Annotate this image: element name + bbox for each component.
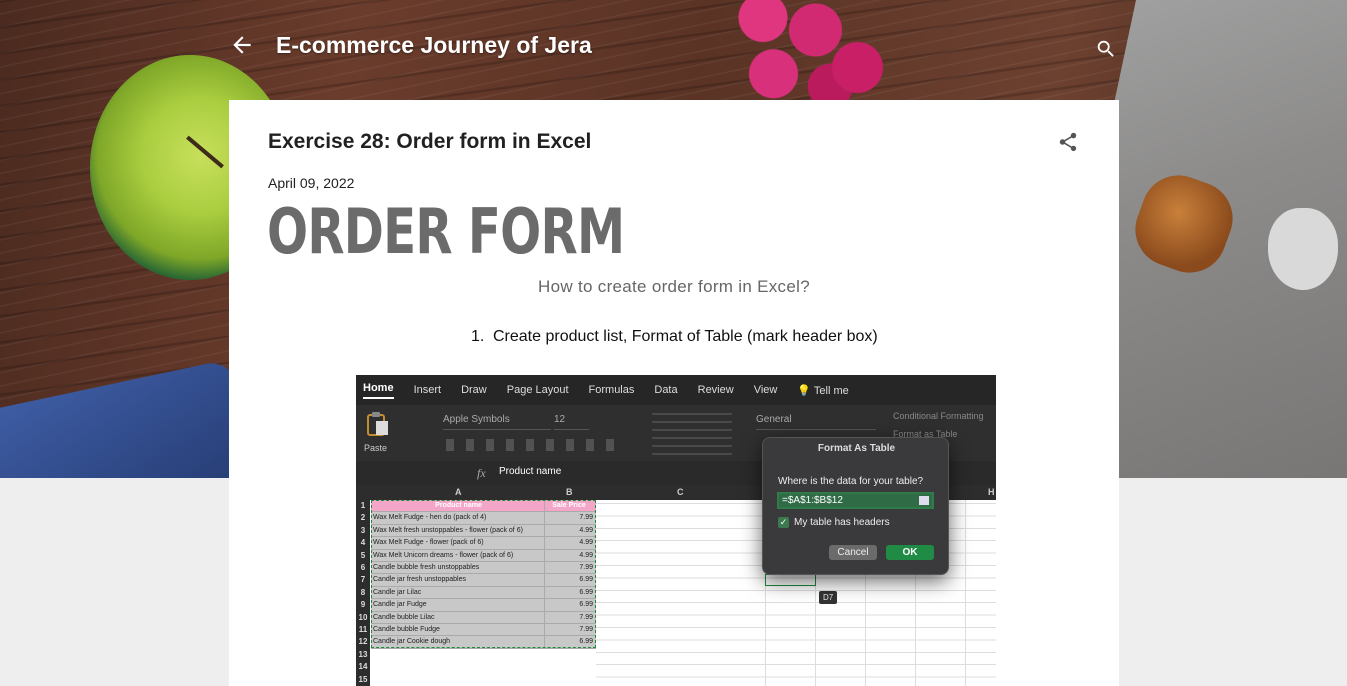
conditional-formatting-label: Conditional Formatting	[893, 411, 984, 421]
ribbon-tab: Formulas	[588, 384, 635, 396]
post-card: Exercise 28: Order form in Excel April 0…	[229, 100, 1119, 686]
format-tools	[446, 439, 626, 451]
ribbon-tab: 💡 Tell me	[797, 384, 849, 397]
post-title: Exercise 28: Order form in Excel	[268, 130, 592, 153]
paste-control: Paste	[364, 411, 398, 453]
cell-reference-tooltip: D7	[819, 591, 838, 604]
step-text: Create product list, Format of Table (ma…	[493, 328, 878, 345]
top-bar: E-commerce Journey of Jera	[229, 22, 1119, 70]
step-item: 1. Create product list, Format of Table (…	[471, 328, 878, 346]
row-number: 6	[356, 562, 370, 575]
range-input: =$A$1:$B$12	[777, 492, 934, 509]
row-number: 13	[356, 648, 370, 662]
row-number: 14	[356, 661, 370, 674]
formula-value: Product name	[499, 466, 562, 477]
ribbon-tab: Draw	[461, 384, 487, 396]
row-number: 2	[356, 512, 370, 525]
fx-icon: fx	[477, 466, 486, 480]
row-number: 8	[356, 586, 370, 600]
excel-screenshot: Home Insert Draw Page Layout Formulas Da…	[356, 375, 996, 686]
ribbon-tab: Home	[363, 382, 394, 399]
row-number: 7	[356, 574, 370, 587]
row-number: 1	[356, 500, 370, 513]
post-date: April 09, 2022	[268, 175, 355, 191]
blog-title[interactable]: E-commerce Journey of Jera	[276, 32, 592, 59]
row-number: 12	[356, 636, 370, 649]
format-as-table-dialog: Format As Table Where is the data for yo…	[762, 437, 949, 575]
column-header: A	[455, 487, 462, 497]
ribbon-tab: Page Layout	[506, 384, 569, 396]
range-picker-icon	[919, 496, 929, 505]
post-subtitle: How to create order form in Excel?	[538, 277, 810, 296]
row-number: 9	[356, 599, 370, 612]
headers-checkbox: ✓	[778, 517, 789, 528]
column-header: B	[566, 487, 573, 497]
active-cell-outline	[765, 574, 816, 586]
row-number: 3	[356, 524, 370, 538]
column-header: H	[988, 487, 995, 497]
range-value: =$A$1:$B$12	[782, 495, 843, 506]
alignment-tools	[652, 411, 732, 455]
post-heading: ORDER FORM	[267, 195, 625, 268]
ribbon-tab: Data	[654, 384, 678, 396]
wallet-decoration	[0, 358, 263, 478]
row-number: 10	[356, 611, 370, 624]
search-icon	[1097, 40, 1114, 57]
row-number: 4	[356, 537, 370, 550]
paste-label: Paste	[364, 443, 388, 453]
search-button[interactable]	[1095, 38, 1117, 60]
share-button[interactable]	[1057, 130, 1079, 154]
selection-range-border	[371, 500, 596, 648]
row-number: 11	[356, 624, 370, 637]
clipboard-icon	[367, 412, 388, 436]
dialog-title: Format As Table	[817, 443, 896, 454]
font-name-select: Apple Symbols	[443, 414, 551, 430]
headers-checkbox-label: My table has headers	[794, 517, 890, 528]
arrow-left-icon	[233, 36, 251, 54]
dialog-cancel-button: Cancel	[829, 545, 877, 560]
row-number: 15	[356, 673, 370, 686]
back-button[interactable]	[229, 32, 255, 58]
number-format-select: General	[756, 414, 876, 430]
apple-logo-decoration	[1268, 208, 1338, 290]
ribbon-tabs: Home Insert Draw Page Layout Formulas Da…	[356, 375, 996, 405]
ribbon-tab: View	[753, 384, 778, 396]
ribbon-tab: Insert	[413, 384, 442, 396]
share-icon	[1059, 132, 1077, 152]
column-header: C	[677, 487, 684, 497]
row-number: 5	[356, 549, 370, 562]
dialog-question: Where is the data for your table?	[778, 476, 924, 487]
dialog-ok-button: OK	[886, 545, 934, 560]
ribbon-tab: Review	[697, 384, 734, 396]
font-size-select: 12	[554, 414, 589, 430]
step-number: 1.	[471, 328, 485, 345]
